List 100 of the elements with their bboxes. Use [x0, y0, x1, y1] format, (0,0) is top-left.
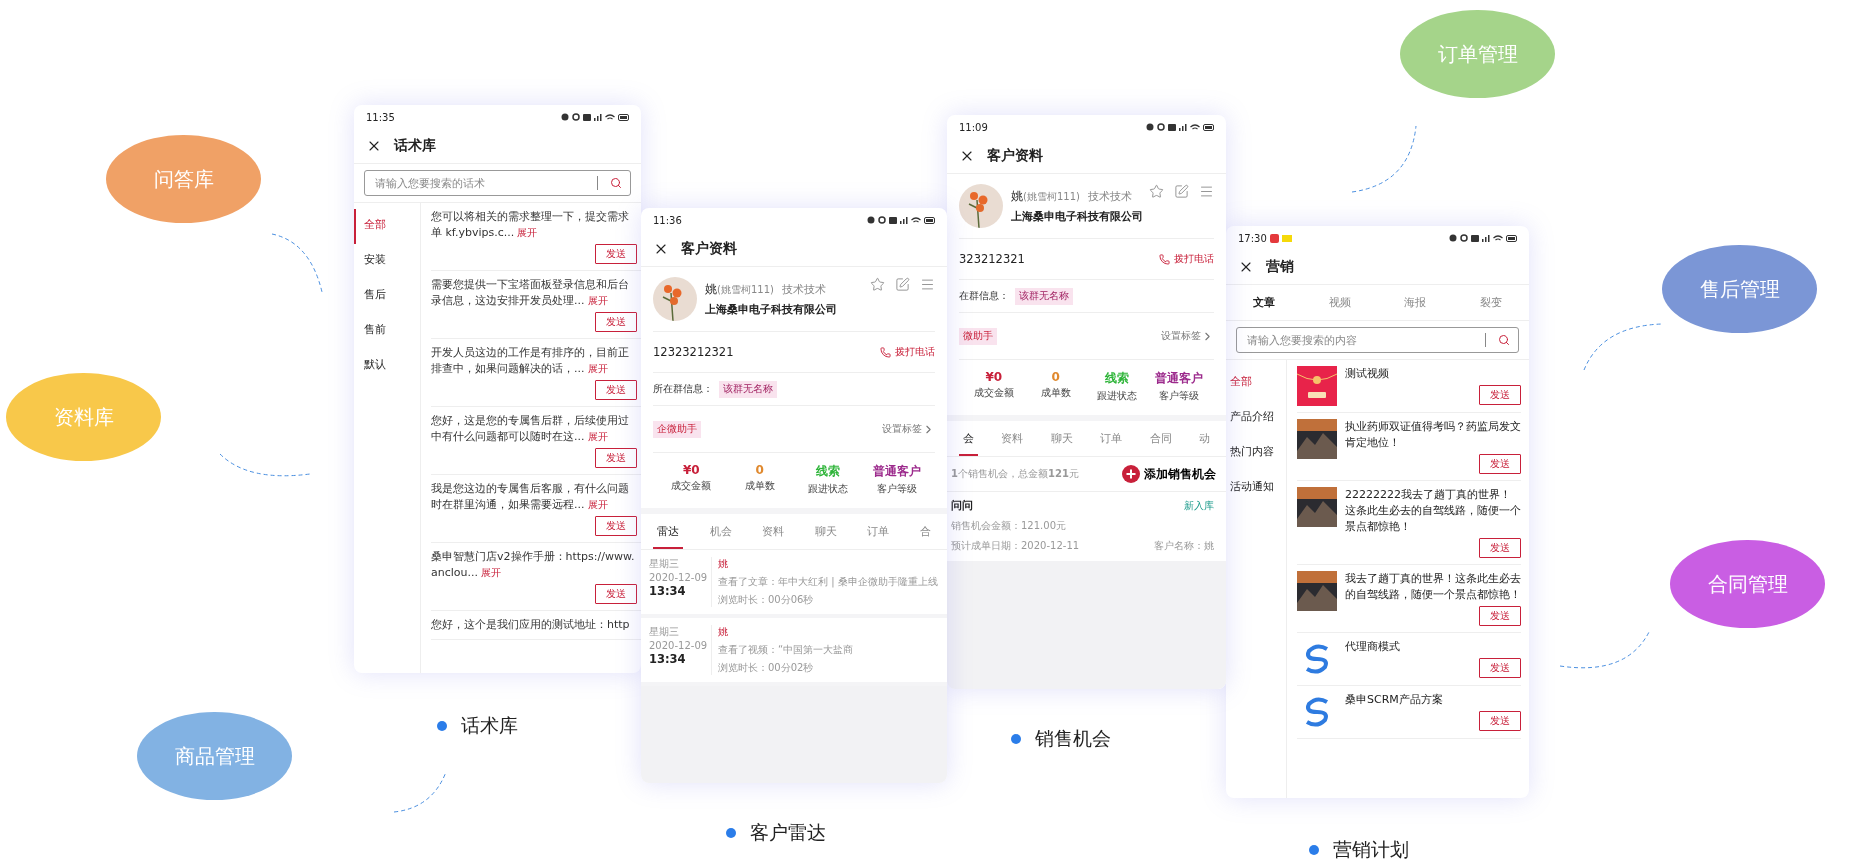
opportunity-status: 新入库 [1184, 498, 1214, 513]
search-bar[interactable]: 请输入您要搜索的内容 [1236, 327, 1519, 353]
call-link[interactable]: 拨打电话 [1159, 252, 1214, 266]
send-button[interactable]: 发送 [1479, 538, 1521, 558]
menu-icon[interactable] [1199, 184, 1214, 199]
battery-icon [1203, 123, 1214, 131]
menu-icon[interactable] [920, 277, 935, 292]
content-title: 代理商模式 [1345, 639, 1401, 655]
tab[interactable]: 订单 [863, 514, 894, 549]
script-text: 桑申智慧门店v2操作手册：https://www. [431, 550, 635, 563]
script-text: 开发人员这边的工作是有排序的，目前正 [431, 346, 629, 359]
search-icon[interactable] [1498, 334, 1510, 346]
expand-link[interactable]: 展开 [587, 499, 608, 510]
module-bubble: 售后管理 [1662, 245, 1817, 333]
send-button[interactable]: 发送 [1479, 658, 1521, 678]
tab[interactable]: 文章 [1248, 285, 1279, 320]
group-tag: 该群无名称 [1015, 287, 1073, 305]
content-title: 执业药师双证值得考吗？药监局发文肯定地位！ [1345, 419, 1521, 451]
stat-label: 成交金额 [973, 387, 1014, 400]
wifi-icon [1190, 123, 1200, 131]
send-button[interactable]: 发送 [595, 244, 637, 264]
screen-title: 客户资料 [987, 147, 1043, 165]
set-tags-link[interactable]: 设置标签 [1161, 329, 1214, 343]
star-icon[interactable] [870, 277, 885, 292]
group-tag: 该群无名称 [719, 380, 777, 398]
dashed-curve [1351, 125, 1417, 193]
tab[interactable]: 机会 [705, 514, 736, 549]
customer-position: 技术技术 [1087, 190, 1132, 204]
weekday: 星期三 [649, 557, 680, 571]
stat-value: 0 [755, 463, 764, 477]
category-item[interactable]: 产品介绍 [1226, 401, 1286, 436]
category-item[interactable]: 售后 [354, 279, 420, 314]
status-time: 11:35 [366, 111, 395, 123]
category-item[interactable]: 全部 [1226, 366, 1286, 401]
module-bubble: 订单管理 [1400, 10, 1555, 98]
category-item[interactable]: 默认 [354, 349, 420, 384]
status-time: 11:36 [653, 214, 682, 226]
script-text: 中有什么问题都可以随时在这... [431, 430, 585, 443]
tab[interactable]: 海报 [1400, 285, 1431, 320]
expand-link[interactable]: 展开 [481, 567, 501, 578]
expected-date: 预计成单日期：2020-12-11 [951, 539, 1080, 553]
alarm-icon [1146, 123, 1154, 131]
tab[interactable]: 资料 [758, 514, 789, 549]
tab[interactable]: 合 [915, 514, 935, 549]
stat-label: 客户等级 [1159, 390, 1200, 403]
expand-link[interactable]: 展开 [587, 363, 608, 374]
script-text: 您可以将相关的需求整理一下，提交需求 [431, 210, 629, 223]
tab[interactable]: 动 [1194, 421, 1214, 456]
tab[interactable]: 订单 [1096, 421, 1127, 456]
expand-link[interactable]: 展开 [517, 227, 538, 238]
opportunity-amount: 销售机会金额：121.00元 [951, 519, 1067, 533]
call-link[interactable]: 拨打电话 [880, 345, 935, 359]
photo-placeholder [1297, 487, 1337, 527]
expand-link[interactable]: 展开 [587, 295, 608, 306]
expand-link[interactable]: 展开 [587, 431, 608, 442]
tab[interactable]: 聊天 [810, 514, 841, 549]
flower-photo [653, 277, 697, 321]
vibrate-icon [572, 113, 580, 121]
tab[interactable]: 聊天 [1046, 421, 1077, 456]
stat-label: 成单数 [744, 480, 775, 493]
send-button[interactable]: 发送 [595, 380, 637, 400]
add-opportunity-button[interactable]: 添加销售机会 [1122, 465, 1216, 483]
visitor-name: 姚 [718, 557, 729, 571]
search-icon[interactable] [610, 177, 622, 189]
stat-value: ¥0 [985, 370, 1003, 384]
tab[interactable]: 合同 [1145, 421, 1176, 456]
tab[interactable]: 资料 [997, 421, 1028, 456]
phone-icon [880, 346, 891, 358]
category-item[interactable]: 热门内容 [1226, 436, 1286, 471]
send-button[interactable]: 发送 [1479, 454, 1521, 474]
send-button[interactable]: 发送 [595, 448, 637, 468]
screen-caption: 营销计划 [1333, 837, 1409, 860]
script-text: 录信息，这边安排开发员处理... [431, 294, 585, 307]
search-input[interactable]: 请输入您要搜索的内容 [1245, 333, 1473, 347]
category-item[interactable]: 安装 [354, 244, 420, 279]
category-item[interactable]: 售前 [354, 314, 420, 349]
star-icon[interactable] [1149, 184, 1164, 199]
send-button[interactable]: 发送 [1479, 606, 1521, 626]
send-button[interactable]: 发送 [595, 584, 637, 604]
tab[interactable]: 裂变 [1476, 285, 1507, 320]
set-tags-link[interactable]: 设置标签 [882, 422, 935, 436]
send-button[interactable]: 发送 [595, 516, 637, 536]
search-input[interactable]: 请输入您要搜索的话术 [373, 176, 585, 190]
content-title: 我去了趟丁真的世界！这条此生必去的自驾线路，随便一个景点都惊艳！ [1345, 571, 1521, 603]
bullet-dot [1011, 734, 1021, 744]
search-bar[interactable]: 请输入您要搜索的话术 [364, 170, 631, 196]
battery-icon [924, 216, 935, 224]
send-button[interactable]: 发送 [595, 312, 637, 332]
send-button[interactable]: 发送 [1479, 711, 1521, 731]
vibrate-icon [1157, 123, 1165, 131]
category-item[interactable]: 活动通知 [1226, 471, 1286, 506]
vibrate-icon [878, 216, 886, 224]
tab[interactable]: 会 [959, 421, 978, 456]
send-button[interactable]: 发送 [1479, 385, 1521, 405]
visit-time: 13:34 [649, 584, 687, 598]
bullet-dot [726, 828, 736, 838]
edit-icon[interactable] [1174, 184, 1189, 199]
category-item[interactable]: 全部 [354, 209, 420, 244]
edit-icon[interactable] [895, 277, 910, 292]
tab[interactable]: 视频 [1324, 285, 1355, 320]
